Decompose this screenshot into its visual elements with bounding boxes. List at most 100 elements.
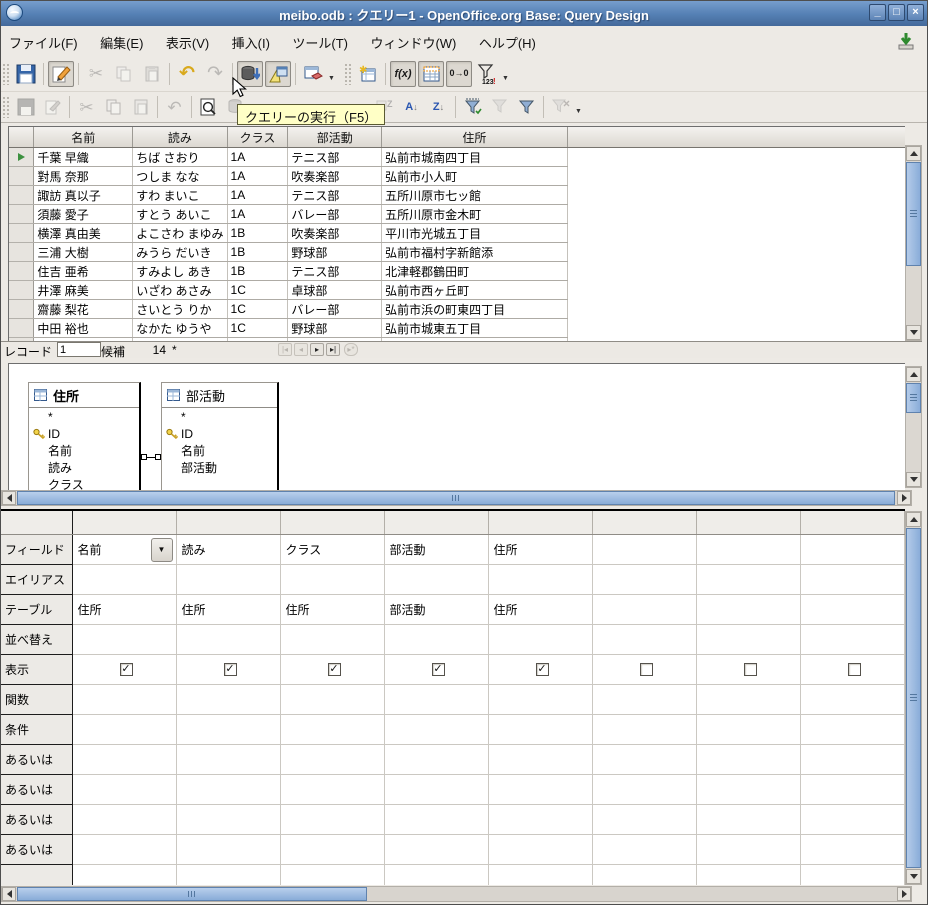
grid-visible-cell[interactable]: ✓ (280, 655, 384, 685)
scroll-down-button[interactable] (906, 472, 921, 487)
row-selector[interactable] (9, 319, 34, 338)
remove-filter-button[interactable] (548, 95, 573, 119)
results-cell[interactable]: 弘前市城南四丁目 (382, 148, 568, 167)
results-cell[interactable]: 吹奏楽部 (288, 167, 382, 186)
grid-empty-cell[interactable] (592, 685, 696, 715)
results-cell[interactable]: 1B (227, 262, 288, 281)
edit-data-button[interactable] (40, 95, 65, 119)
grid-empty-cell[interactable] (280, 745, 384, 775)
switch-design-view-button[interactable] (265, 61, 291, 87)
visible-checkbox-unchecked[interactable] (848, 663, 861, 676)
grid-empty-cell[interactable] (72, 685, 176, 715)
results-cell[interactable]: なかた ゆうや (133, 319, 227, 338)
toolbar-dropdown-arrow[interactable]: ▼ (574, 95, 583, 119)
grid-empty-cell[interactable] (696, 805, 800, 835)
grid-empty-cell[interactable] (280, 835, 384, 865)
results-col-header[interactable]: 部活動 (288, 127, 382, 148)
add-table-button[interactable]: ✱ (355, 61, 381, 87)
results-cell[interactable]: すわ まいこ (133, 186, 227, 205)
results-cell[interactable]: バレー部 (288, 205, 382, 224)
row-selector[interactable] (9, 300, 34, 319)
scroll-right-button[interactable] (897, 887, 911, 901)
table-window-juusho[interactable]: 住所 *ID名前読みクラス (28, 382, 141, 490)
maximize-button[interactable]: □ (888, 4, 905, 21)
grid-empty-cell[interactable] (488, 835, 592, 865)
grid-horizontal-scrollbar[interactable] (1, 886, 912, 902)
grid-table-cell[interactable]: 住所 (280, 595, 384, 625)
grid-empty-cell[interactable] (176, 775, 280, 805)
grid-empty-cell[interactable] (176, 685, 280, 715)
grid-empty-cell[interactable] (72, 805, 176, 835)
row-selector[interactable] (9, 186, 34, 205)
results-cell[interactable]: 井澤 麻美 (34, 281, 133, 300)
results-cell[interactable]: 横澤 真由美 (34, 224, 133, 243)
grid-empty-cell[interactable] (800, 685, 904, 715)
grid-table-cell[interactable] (592, 595, 696, 625)
grid-empty-cell[interactable] (592, 805, 696, 835)
results-row[interactable]: 須藤 愛子すとう あいこ1Aバレー部五所川原市金木町 (9, 205, 905, 224)
row-selector[interactable] (9, 224, 34, 243)
results-cell[interactable]: 弘前市小人町 (382, 167, 568, 186)
results-cell[interactable]: 三浦 大樹 (34, 243, 133, 262)
menu-edit[interactable]: 編集(E) (91, 26, 152, 52)
join-endpoint[interactable] (155, 454, 161, 460)
results-cell[interactable]: すとう あいこ (133, 205, 227, 224)
results-cell[interactable]: テニス部 (288, 186, 382, 205)
row-selector[interactable] (9, 281, 34, 300)
visible-checkbox-checked[interactable]: ✓ (536, 663, 549, 676)
results-cell[interactable]: つしま なな (133, 167, 227, 186)
grid-empty-cell[interactable] (696, 715, 800, 745)
results-cell[interactable]: 弘前市福村字新館添 (382, 243, 568, 262)
field-item[interactable]: ID (29, 425, 139, 442)
functions-toggle-button[interactable]: f(x) (390, 61, 416, 87)
results-cell[interactable]: 弘前市城東五丁目 (382, 319, 568, 338)
scroll-up-button[interactable] (906, 146, 921, 161)
grid-empty-cell[interactable] (176, 625, 280, 655)
field-dropdown-button[interactable]: ▼ (151, 538, 173, 562)
toolbar-grip[interactable] (2, 63, 9, 85)
results-cell[interactable]: 1B (227, 243, 288, 262)
grid-empty-cell[interactable] (592, 835, 696, 865)
undo-button[interactable]: ↶ (174, 61, 200, 87)
standard-filter-button[interactable] (514, 95, 539, 119)
grid-empty-cell[interactable] (592, 715, 696, 745)
results-cell[interactable]: みうら だいき (133, 243, 227, 262)
scroll-down-button[interactable] (906, 325, 921, 340)
results-cell[interactable]: 1A (227, 186, 288, 205)
clear-query-button[interactable] (300, 61, 326, 87)
scroll-left-button[interactable] (2, 887, 16, 901)
grid-empty-cell[interactable] (488, 565, 592, 595)
results-cell[interactable]: 弘前市浜の町東四丁目 (382, 300, 568, 319)
grid-visible-cell[interactable]: ✓ (488, 655, 592, 685)
design-horizontal-scrollbar[interactable] (1, 490, 912, 506)
results-cell[interactable]: 1A (227, 167, 288, 186)
results-cell[interactable]: 五所川原市金木町 (382, 205, 568, 224)
toolbar-grip[interactable] (2, 96, 9, 118)
grid-empty-cell[interactable] (800, 715, 904, 745)
results-row[interactable]: 横澤 真由美よこさわ まゆみ1B吹奏楽部平川市光城五丁目 (9, 224, 905, 243)
results-cell[interactable]: ちば さおり (133, 148, 227, 167)
results-cell[interactable]: 1C (227, 319, 288, 338)
scrollbar-thumb[interactable] (17, 887, 367, 901)
design-vertical-scrollbar[interactable] (905, 366, 922, 488)
visible-checkbox-checked[interactable]: ✓ (432, 663, 445, 676)
grid-empty-cell[interactable] (592, 745, 696, 775)
visible-checkbox-checked[interactable]: ✓ (224, 663, 237, 676)
field-item[interactable]: * (29, 408, 139, 425)
field-item[interactable]: 名前 (29, 442, 139, 459)
results-cell[interactable]: いざわ あさみ (133, 281, 227, 300)
scrollbar-thumb[interactable] (906, 528, 921, 868)
last-record-button[interactable]: ▸| (326, 343, 340, 356)
grid-empty-cell[interactable] (280, 625, 384, 655)
results-cell[interactable]: 平川市光城五丁目 (382, 224, 568, 243)
menu-tools[interactable]: ツール(T) (283, 26, 357, 52)
apply-filter-button[interactable] (487, 95, 512, 119)
grid-empty-cell[interactable] (800, 805, 904, 835)
grid-field-cell[interactable]: 住所 (488, 535, 592, 565)
grid-table-cell[interactable] (696, 595, 800, 625)
results-col-header[interactable]: 読み (133, 127, 227, 148)
scrollbar-thumb[interactable] (906, 383, 921, 413)
grid-empty-cell[interactable] (280, 775, 384, 805)
results-vertical-scrollbar[interactable] (905, 145, 922, 341)
scroll-up-button[interactable] (906, 512, 921, 527)
